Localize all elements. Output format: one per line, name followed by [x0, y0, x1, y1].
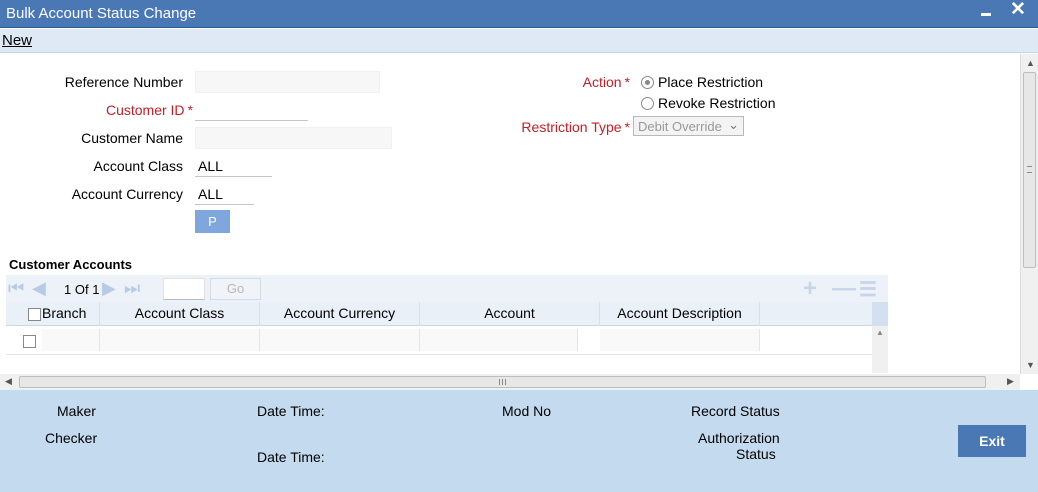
maker-date-time-label: Date Time: — [257, 403, 325, 419]
close-button[interactable]: ✕ — [1007, 0, 1029, 23]
customer-id-label-text: Customer ID — [105, 102, 185, 118]
reference-number-field[interactable] — [195, 71, 380, 93]
column-header-account: Account — [420, 302, 600, 326]
cell-branch[interactable] — [42, 329, 100, 351]
required-mark: * — [187, 102, 193, 118]
pager-current: 1 — [64, 282, 72, 297]
radio-selected-icon — [641, 75, 654, 89]
checker-date-time-label: Date Time: — [257, 449, 325, 465]
restriction-type-label-text: Restriction Type — [521, 119, 622, 135]
single-view-icon[interactable]: ☰ — [859, 277, 877, 302]
column-header-branch: Branch — [42, 302, 100, 326]
horizontal-scroll-thumb[interactable] — [19, 376, 986, 388]
account-currency-label: Account Currency — [71, 186, 183, 202]
revoke-restriction-label: Revoke Restriction — [658, 95, 776, 111]
restriction-type-label: Restriction Type * — [500, 119, 630, 135]
restriction-type-select[interactable]: Debit Override ⌄ — [633, 116, 744, 136]
column-header-account-description: Account Description — [600, 302, 760, 326]
record-status-label: Record Status — [691, 403, 780, 419]
close-icon: ✕ — [1010, 0, 1026, 20]
cell-account-class[interactable] — [100, 329, 260, 351]
delete-row-icon[interactable]: — — [832, 275, 856, 303]
cell-account[interactable] — [420, 329, 578, 351]
pager-total: 1 — [92, 282, 100, 297]
authorization-status-label: Status — [736, 446, 776, 462]
scroll-left-icon[interactable]: ◀ — [5, 376, 12, 387]
title-bar: Bulk Account Status Change ✕ — [0, 0, 1038, 28]
vertical-scroll-thumb[interactable] — [1023, 72, 1036, 268]
scroll-right-icon[interactable]: ▶ — [1007, 376, 1014, 387]
scroll-down-icon[interactable]: ▼ — [1026, 360, 1035, 370]
restriction-type-value: Debit Override — [638, 119, 722, 134]
exit-button[interactable]: Exit — [958, 425, 1026, 457]
required-mark: * — [624, 74, 630, 90]
customer-accounts-title: Customer Accounts — [9, 257, 133, 272]
customer-name-field[interactable] — [195, 127, 392, 149]
required-mark: * — [624, 119, 630, 135]
grid-scroll-header — [872, 302, 888, 326]
account-currency-field[interactable]: ALL — [195, 183, 254, 205]
window-title: Bulk Account Status Change — [6, 5, 197, 22]
page-vertical-scrollbar[interactable]: ▲ ▼ — [1020, 54, 1038, 374]
customer-accounts-grid: Branch Account Class Account Currency Ac… — [6, 302, 888, 373]
action-label: Action * — [560, 74, 630, 90]
row-select-checkbox[interactable] — [23, 335, 36, 348]
cell-account-description[interactable] — [600, 329, 760, 351]
scroll-up-icon[interactable]: ▲ — [1026, 58, 1035, 68]
audit-footer: Maker Checker Date Time: Date Time: Mod … — [0, 390, 1038, 492]
menu-bar: New — [0, 29, 1038, 53]
last-page-icon[interactable]: ⏭ — [124, 278, 140, 299]
grid-toolbar: ⏮ ◀ 1 Of 1 ▶ ⏭ Go + — ☰ — [6, 275, 888, 302]
place-restriction-radio[interactable]: Place Restriction — [641, 74, 763, 90]
pager-of: Of — [74, 282, 89, 297]
minimize-button[interactable] — [975, 1, 997, 23]
radio-unselected-icon — [641, 96, 654, 110]
chevron-down-icon: ⌄ — [728, 117, 739, 132]
page-horizontal-scrollbar[interactable]: ◀ ▶ — [0, 374, 1020, 390]
next-page-icon[interactable]: ▶ — [102, 278, 116, 299]
grip-icon — [499, 379, 506, 385]
customer-name-label: Customer Name — [81, 130, 183, 146]
column-header-account-currency: Account Currency — [260, 302, 420, 326]
add-row-icon[interactable]: + — [803, 275, 817, 303]
mod-no-label: Mod No — [502, 403, 552, 419]
customer-id-field[interactable] — [195, 99, 308, 121]
account-class-field[interactable]: ALL — [195, 155, 272, 177]
populate-button[interactable]: P — [195, 210, 230, 233]
account-class-label: Account Class — [93, 158, 183, 174]
table-row[interactable] — [6, 326, 872, 355]
action-label-text: Action — [582, 74, 622, 90]
maker-label: Maker — [57, 403, 96, 419]
cell-account-currency[interactable] — [260, 329, 420, 351]
grip-icon — [1027, 166, 1032, 173]
select-all-checkbox[interactable] — [28, 308, 41, 321]
place-restriction-label: Place Restriction — [658, 74, 764, 90]
column-header-account-class: Account Class — [100, 302, 260, 326]
main-content: Reference Number Customer ID * Customer N… — [0, 54, 1020, 374]
scroll-up-icon[interactable]: ▲ — [876, 328, 884, 337]
reference-number-label: Reference Number — [64, 74, 183, 90]
grid-vertical-scrollbar[interactable]: ▲ — [872, 302, 888, 373]
grid-header: Branch Account Class Account Currency Ac… — [6, 302, 872, 326]
minimize-icon — [981, 13, 991, 16]
previous-page-icon[interactable]: ◀ — [32, 278, 46, 299]
revoke-restriction-radio[interactable]: Revoke Restriction — [641, 95, 776, 111]
authorization-label: Authorization — [698, 430, 780, 446]
go-button[interactable]: Go — [210, 278, 261, 300]
customer-id-label: Customer ID * — [60, 102, 193, 118]
checker-label: Checker — [45, 430, 98, 446]
page-number-input[interactable] — [163, 278, 205, 300]
pager-text: 1 Of 1 — [64, 282, 99, 297]
first-page-icon[interactable]: ⏮ — [8, 278, 24, 299]
new-link[interactable]: New — [2, 32, 32, 49]
